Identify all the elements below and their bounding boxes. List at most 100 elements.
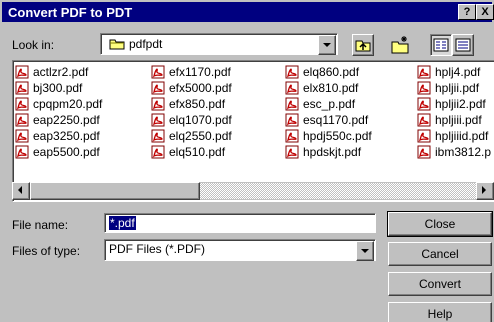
- list-item[interactable]: hpdskjt.pdf: [285, 144, 372, 160]
- pdf-file-icon: [285, 145, 299, 159]
- file-name: hplj4.pdf: [435, 65, 481, 79]
- list-item[interactable]: actlzr2.pdf: [15, 64, 102, 80]
- look-in-text: pdfpdt: [129, 37, 163, 51]
- pdf-file-icon: [15, 145, 29, 159]
- file-name-value: *.pdf: [109, 216, 136, 230]
- list-item[interactable]: efx5000.pdf: [151, 80, 232, 96]
- file-name: actlzr2.pdf: [33, 65, 89, 79]
- list-item[interactable]: eap5500.pdf: [15, 144, 102, 160]
- list-item[interactable]: ibm3812.p: [417, 144, 491, 160]
- pdf-file-icon: [15, 129, 29, 143]
- files-of-type-select[interactable]: PDF Files (*.PDF): [104, 239, 376, 261]
- close-button[interactable]: Close: [387, 211, 493, 237]
- arrow-right-icon: [482, 186, 486, 194]
- help-button[interactable]: Help: [388, 302, 492, 322]
- file-name: elq1070.pdf: [169, 113, 232, 127]
- arrow-left-icon: [18, 186, 22, 194]
- file-name: elq2550.pdf: [169, 129, 232, 143]
- convert-button-label: Convert: [418, 277, 462, 291]
- cancel-button-label: Cancel: [421, 247, 459, 261]
- pdf-file-icon: [417, 65, 431, 79]
- file-column-3: elq860.pdf elx810.pdf esc_p.pdf esq1170.…: [285, 64, 372, 160]
- pdf-file-icon: [15, 97, 29, 111]
- create-new-folder-button[interactable]: [390, 34, 410, 54]
- scroll-right-button[interactable]: [476, 182, 494, 200]
- files-of-type-dropdown-button[interactable]: [356, 241, 374, 261]
- list-item[interactable]: elq1070.pdf: [151, 112, 232, 128]
- file-name: eap5500.pdf: [33, 145, 100, 159]
- pdf-file-icon: [151, 81, 165, 95]
- files-of-type-value: PDF Files (*.PDF): [109, 242, 205, 256]
- list-item[interactable]: eap2250.pdf: [15, 112, 102, 128]
- pdf-file-icon: [285, 97, 299, 111]
- dialog-title: Convert PDF to PDT: [8, 5, 133, 20]
- help-title-button[interactable]: ?: [458, 4, 476, 20]
- file-name: bj300.pdf: [33, 81, 83, 95]
- pdf-file-icon: [285, 113, 299, 127]
- pdf-file-icon: [15, 81, 29, 95]
- list-view-button[interactable]: [430, 34, 452, 56]
- pdf-file-icon: [417, 81, 431, 95]
- list-item[interactable]: hplj4.pdf: [417, 64, 491, 80]
- list-item[interactable]: elq2550.pdf: [151, 128, 232, 144]
- file-name-label: File name:: [12, 218, 69, 232]
- look-in-combo[interactable]: pdfpdt: [100, 33, 338, 55]
- chevron-down-icon: [323, 43, 331, 47]
- folder-icon: [109, 38, 125, 50]
- file-name: eap2250.pdf: [33, 113, 100, 127]
- list-item[interactable]: hpljii.pdf: [417, 80, 491, 96]
- list-item[interactable]: elq510.pdf: [151, 144, 232, 160]
- details-view-button[interactable]: [452, 34, 474, 56]
- pdf-file-icon: [15, 113, 29, 127]
- pdf-file-icon: [285, 65, 299, 79]
- file-name: hpdskjt.pdf: [303, 145, 362, 159]
- list-item[interactable]: efx850.pdf: [151, 96, 232, 112]
- scroll-left-button[interactable]: [12, 182, 30, 200]
- list-item[interactable]: hpdj550c.pdf: [285, 128, 372, 144]
- file-column-2: efx1170.pdf efx5000.pdf efx850.pdf elq10…: [151, 64, 232, 160]
- list-item[interactable]: hpljii2.pdf: [417, 96, 491, 112]
- list-item[interactable]: elx810.pdf: [285, 80, 372, 96]
- scroll-track[interactable]: [200, 183, 476, 199]
- look-in-label-text: Look in:: [12, 38, 55, 52]
- up-one-level-button[interactable]: [352, 34, 374, 56]
- list-item[interactable]: hpljiii.pdf: [417, 112, 491, 128]
- file-name: efx5000.pdf: [169, 81, 232, 95]
- scroll-thumb[interactable]: [30, 182, 200, 200]
- close-title-button[interactable]: X: [476, 4, 494, 20]
- pdf-file-icon: [151, 97, 165, 111]
- file-list[interactable]: actlzr2.pdf bj300.pdf cpqpm20.pdf eap225…: [12, 60, 494, 202]
- cancel-button[interactable]: Cancel: [388, 242, 492, 266]
- pdf-file-icon: [151, 113, 165, 127]
- file-name: efx1170.pdf: [169, 65, 231, 79]
- convert-dialog: Convert PDF to PDT ? X Look in: pdfpdt a…: [0, 0, 494, 322]
- list-item[interactable]: elq860.pdf: [285, 64, 372, 80]
- horizontal-scrollbar[interactable]: [12, 182, 494, 200]
- file-name-input[interactable]: *.pdf: [104, 213, 376, 233]
- files-of-type-label: Files of type:: [12, 244, 81, 258]
- file-column-1: actlzr2.pdf bj300.pdf cpqpm20.pdf eap225…: [15, 64, 102, 160]
- list-item[interactable]: esq1170.pdf: [285, 112, 372, 128]
- list-view-icon: [433, 38, 449, 52]
- look-in-dropdown-button[interactable]: [318, 35, 336, 55]
- title-bar: Convert PDF to PDT ? X: [2, 2, 494, 22]
- pdf-file-icon: [151, 129, 165, 143]
- close-button-label: Close: [424, 217, 456, 231]
- convert-button[interactable]: Convert: [388, 272, 492, 296]
- list-item[interactable]: cpqpm20.pdf: [15, 96, 102, 112]
- pdf-file-icon: [285, 129, 299, 143]
- list-item[interactable]: hpljiiid.pdf: [417, 128, 491, 144]
- pdf-file-icon: [417, 97, 431, 111]
- look-in-label: Look in:: [12, 38, 54, 52]
- file-column-4: hplj4.pdf hpljii.pdf hpljii2.pdf hpljiii…: [417, 64, 491, 160]
- file-name: cpqpm20.pdf: [33, 97, 103, 111]
- list-item[interactable]: bj300.pdf: [15, 80, 102, 96]
- list-item[interactable]: eap3250.pdf: [15, 128, 102, 144]
- file-name: esc_p.pdf: [303, 97, 356, 111]
- list-item[interactable]: efx1170.pdf: [151, 64, 232, 80]
- file-name: hpljiiid.pdf: [435, 129, 489, 143]
- pdf-file-icon: [417, 145, 431, 159]
- file-name: eap3250.pdf: [33, 129, 100, 143]
- list-item[interactable]: esc_p.pdf: [285, 96, 372, 112]
- file-name: hpdj550c.pdf: [303, 129, 372, 143]
